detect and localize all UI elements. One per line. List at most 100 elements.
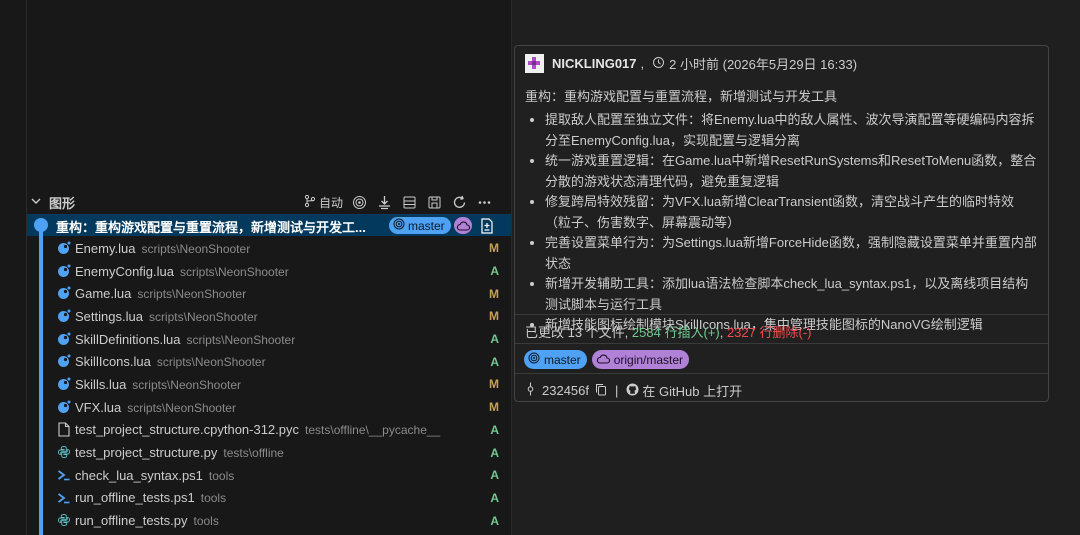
commit-footer: 232456f | 在 GitHub 上打开	[525, 381, 742, 400]
open-changes-icon[interactable]	[479, 217, 495, 234]
file-name: test_project_structure.cpython-312.pyc te…	[75, 422, 440, 437]
stats-prefix: 已更改 13 个文件,	[525, 325, 632, 340]
file-name-label: SkillIcons.lua	[75, 354, 151, 370]
branch-badge-label: master	[408, 218, 445, 233]
insertions-count: 2584 行插入(+)	[631, 325, 720, 340]
python-file-icon	[56, 444, 72, 460]
author-separator: ,	[640, 56, 645, 71]
file-name-label: Enemy.lua	[75, 240, 136, 256]
commit-row[interactable]: 重构：重构游戏配置与重置流程，新增测试与开发工... master	[27, 214, 511, 236]
file-name-label: test_project_structure.cpython-312.pyc	[75, 422, 300, 438]
file-status-badge: A	[490, 264, 499, 279]
stash-icon[interactable]	[401, 194, 418, 211]
file-status-badge: A	[490, 332, 499, 347]
graph-section-header[interactable]: 图形 自动	[27, 191, 511, 213]
file-path: scripts\NeonShooter	[132, 377, 242, 392]
commit-body-list: 提取敌人配置至独立文件：将Enemy.lua中的敌人属性、波次导演配置等硬编码内…	[525, 110, 1040, 336]
changed-files-list: Enemy.lua scripts\NeonShooter M EnemyConfig…	[27, 237, 511, 532]
commit-stats: 已更改 13 个文件, 2584 行插入(+), 2327 行删除(-)	[525, 322, 811, 341]
commit-icon	[525, 382, 536, 399]
python-file-icon	[56, 512, 72, 528]
file-row[interactable]: test_project_structure.py tests\offline A	[27, 441, 511, 464]
auto-branch-filter-button[interactable]: 自动	[303, 194, 343, 211]
file-row[interactable]: SkillDefinitions.lua scripts\NeonShooter A	[27, 328, 511, 351]
file-name: SkillIcons.lua scripts\NeonShooter	[75, 354, 266, 369]
copy-icon[interactable]	[595, 383, 607, 399]
divider	[515, 373, 1048, 374]
commit-hover-card: NICKLING017, 2 小时前 (2026年5月29日 16:33) 重构…	[514, 45, 1049, 402]
file-name-label: VFX.lua	[75, 399, 122, 415]
file-name: Game.lua scripts\NeonShooter	[75, 286, 246, 301]
commit-time: 2 小时前 (2026年5月29日 16:33)	[669, 57, 858, 72]
auto-label: 自动	[318, 195, 343, 210]
commit-sha: 232456f	[542, 383, 589, 398]
activity-bar-edge	[0, 0, 27, 535]
file-path: scripts\NeonShooter	[137, 287, 247, 302]
file-status-badge: A	[490, 513, 499, 528]
file-row[interactable]: Skills.lua scripts\NeonShooter M	[27, 373, 511, 396]
chevron-down-icon[interactable]	[31, 196, 45, 209]
file-row[interactable]: Settings.lua scripts\NeonShooter M	[27, 305, 511, 328]
file-row[interactable]: run_offline_tests.py tools A	[27, 509, 511, 532]
file-name: Enemy.lua scripts\NeonShooter	[75, 241, 250, 256]
file-status-badge: A	[490, 490, 499, 505]
lua-file-icon	[56, 399, 72, 415]
file-name: SkillDefinitions.lua scripts\NeonShooter	[75, 332, 295, 347]
stats-separator: ,	[719, 325, 727, 340]
fetch-icon[interactable]	[376, 194, 393, 211]
file-name: run_offline_tests.ps1 tools	[75, 490, 226, 505]
file-row[interactable]: run_offline_tests.ps1 tools A	[27, 487, 511, 510]
commit-body-item: 完善设置菜单行为：为Settings.lua新增ForceHide函数，强制隐藏…	[545, 233, 1040, 274]
file-row[interactable]: VFX.lua scripts\NeonShooter M	[27, 396, 511, 419]
save-icon[interactable]	[426, 194, 443, 211]
file-path: tests\offline	[223, 446, 284, 461]
file-name-label: SkillDefinitions.lua	[75, 331, 181, 347]
file-name: Settings.lua scripts\NeonShooter	[75, 309, 258, 324]
file-row[interactable]: SkillIcons.lua scripts\NeonShooter A	[27, 350, 511, 373]
remote-branch-badge[interactable]	[454, 217, 472, 234]
commit-body-item: 提取敌人配置至独立文件：将Enemy.lua中的敌人属性、波次导演配置等硬编码内…	[545, 110, 1040, 151]
commit-refs: master origin/master	[524, 350, 690, 369]
file-status-badge: A	[490, 468, 499, 483]
file-status-badge: M	[489, 241, 499, 256]
file-status-badge: M	[489, 400, 499, 415]
file-path: tools	[208, 468, 235, 483]
lua-file-icon	[56, 240, 72, 256]
file-status-badge: A	[490, 422, 499, 437]
branch-badge-master[interactable]: master	[389, 217, 451, 234]
deletions-count: 2327 行删除(-)	[726, 325, 812, 340]
branch-badge-label: master	[544, 352, 581, 367]
lua-file-icon	[56, 376, 72, 392]
commit-author[interactable]: NICKLING017	[552, 56, 637, 71]
branch-badge-master[interactable]: master	[524, 350, 587, 369]
file-row[interactable]: EnemyConfig.lua scripts\NeonShooter A	[27, 260, 511, 283]
divider	[515, 314, 1048, 315]
file-status-badge: A	[490, 354, 499, 369]
file-row[interactable]: check_lua_syntax.ps1 tools A	[27, 464, 511, 487]
file-status-badge: A	[490, 445, 499, 460]
github-icon	[626, 383, 639, 399]
file-row[interactable]: Game.lua scripts\NeonShooter M	[27, 282, 511, 305]
open-on-github-link[interactable]: 在 GitHub 上打开	[626, 381, 742, 400]
remote-branch-badge[interactable]: origin/master	[591, 350, 690, 369]
powershell-file-icon	[56, 490, 72, 506]
file-path: scripts\NeonShooter	[186, 332, 296, 347]
file-status-badge: M	[489, 377, 499, 392]
commit-message: 重构：重构游戏配置与重置流程，新增测试与开发工...	[56, 220, 366, 235]
footer-divider: |	[615, 383, 619, 398]
file-name: VFX.lua scripts\NeonShooter	[75, 400, 236, 415]
file-name-label: check_lua_syntax.ps1	[75, 467, 203, 483]
commit-author-line: NICKLING017, 2 小时前 (2026年5月29日 16:33)	[525, 54, 857, 73]
refresh-icon[interactable]	[451, 194, 468, 211]
file-row[interactable]: Enemy.lua scripts\NeonShooter M	[27, 237, 511, 260]
file-name-label: Settings.lua	[75, 308, 143, 324]
file-name: EnemyConfig.lua scripts\NeonShooter	[75, 264, 289, 279]
commit-subject: 重构：重构游戏配置与重置流程，新增测试与开发工具	[525, 89, 838, 104]
target-icon[interactable]	[351, 194, 368, 211]
target-icon	[528, 352, 540, 367]
file-row[interactable]: test_project_structure.cpython-312.pyc te…	[27, 419, 511, 442]
powershell-file-icon	[56, 467, 72, 483]
file-status-badge: M	[489, 309, 499, 324]
more-icon[interactable]	[476, 194, 493, 211]
source-control-icon	[303, 194, 317, 211]
